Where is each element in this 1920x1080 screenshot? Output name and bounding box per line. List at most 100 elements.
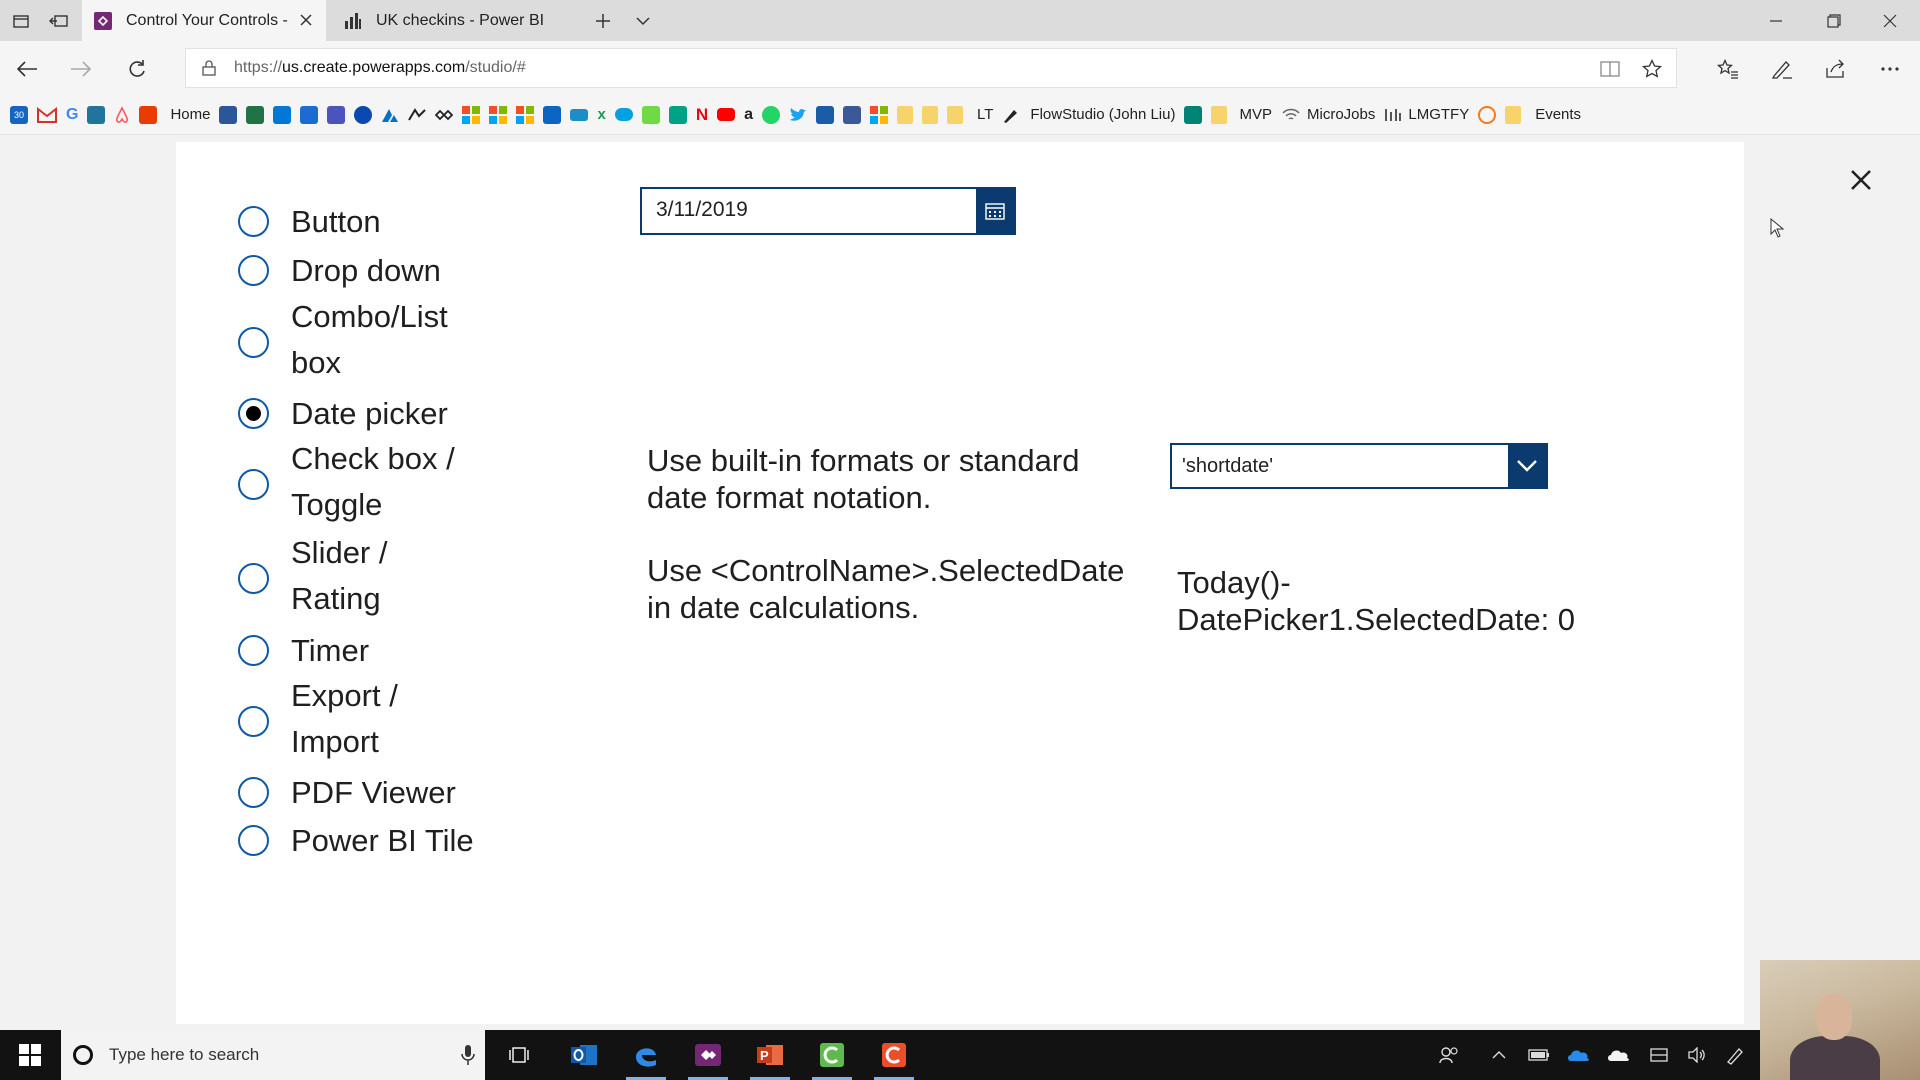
excel-favorite-icon[interactable] (246, 105, 265, 124)
microjobs-favorite[interactable]: MicroJobs (1281, 106, 1375, 123)
refresh-icon[interactable] (122, 54, 152, 84)
youtube-favorite-icon[interactable] (717, 108, 736, 121)
microsoft-favorite-icon-2[interactable] (489, 105, 508, 124)
forward-arrow-icon[interactable] (66, 54, 96, 84)
calendar-icon[interactable] (976, 189, 1014, 233)
new-tab-icon[interactable] (582, 0, 623, 41)
option-check-box-toggle[interactable]: Check box / Toggle (238, 441, 455, 522)
onedrive-favorite-icon[interactable] (354, 105, 373, 124)
airbnb-favorite-icon[interactable] (114, 105, 130, 124)
favorite-star-icon[interactable] (1641, 58, 1663, 84)
video-favorite-icon[interactable] (570, 108, 589, 121)
onedrive-white-icon[interactable] (1602, 1030, 1636, 1080)
folder-mvp[interactable]: MVP (1211, 105, 1272, 124)
radio-button-icon[interactable] (238, 777, 269, 808)
radio-button-icon[interactable] (238, 706, 269, 737)
close-screen-icon[interactable] (1846, 165, 1876, 195)
word-favorite-icon[interactable] (219, 105, 238, 124)
upwork-favorite-icon[interactable] (641, 105, 660, 124)
calendar-favorite-icon[interactable]: 30 (10, 105, 28, 124)
show-hidden-icons-chevron-icon[interactable] (1482, 1030, 1516, 1080)
url-field[interactable]: https://us.create.powerapps.com/studio/# (185, 48, 1677, 88)
chevron-down-icon[interactable] (1508, 445, 1546, 487)
option-drop-down[interactable]: Drop down (238, 253, 441, 288)
battery-icon[interactable] (1522, 1030, 1556, 1080)
back-arrow-icon[interactable] (12, 54, 42, 84)
edge-browser-icon[interactable] (618, 1030, 674, 1080)
task-view-icon[interactable] (491, 1030, 547, 1080)
pen-notes-icon[interactable] (1767, 54, 1797, 84)
radio-button-icon[interactable] (238, 825, 269, 856)
date-format-dropdown[interactable]: 'shortdate' (1170, 443, 1548, 489)
tab-manager-icon[interactable] (0, 0, 41, 41)
azure-favorite-icon[interactable] (381, 107, 399, 123)
share-icon[interactable] (1821, 54, 1851, 84)
folder-icon-1[interactable] (897, 105, 913, 124)
microsoft-favorite-icon-1[interactable] (462, 105, 481, 124)
restore-icon[interactable] (1806, 0, 1862, 41)
xing-favorite-icon[interactable]: x (597, 106, 605, 123)
radio-button-icon[interactable] (238, 563, 269, 594)
radio-button-selected-icon[interactable] (238, 398, 269, 429)
bing-favorite-icon[interactable] (1184, 105, 1203, 124)
radio-button-icon[interactable] (238, 327, 269, 358)
taskbar-search-box[interactable]: Type here to search (61, 1030, 485, 1080)
date-picker[interactable]: 3/11/2019 (640, 187, 1016, 235)
camtasia-recorder-icon[interactable] (804, 1030, 860, 1080)
microsoft-favorite-icon-3[interactable] (516, 105, 535, 124)
twitter-favorite-icon-1[interactable] (789, 107, 807, 123)
minimize-icon[interactable] (1748, 0, 1804, 41)
set-aside-tabs-icon[interactable] (38, 0, 79, 41)
microsoft-favorite-icon-4[interactable] (870, 105, 888, 124)
microphone-icon[interactable] (461, 1044, 475, 1066)
radio-button-icon[interactable] (238, 255, 269, 286)
folder-icon-2[interactable] (922, 105, 938, 124)
teams-favorite-icon[interactable] (327, 105, 346, 124)
option-slider-rating[interactable]: Slider / Rating (238, 535, 387, 616)
home-favorite[interactable]: Home (166, 106, 210, 123)
favorites-hub-icon[interactable] (1713, 54, 1743, 84)
powerpoint-icon[interactable]: P (742, 1030, 798, 1080)
onedrive-blue-icon[interactable] (1562, 1030, 1596, 1080)
google-favorite-icon[interactable]: G (66, 106, 78, 124)
gmail-favorite-icon[interactable] (37, 106, 57, 123)
network-icon[interactable] (1642, 1030, 1676, 1080)
sharepoint-favorite-icon[interactable] (273, 105, 292, 124)
salesforce-favorite-icon[interactable] (614, 108, 633, 121)
tab-uk-checkins[interactable]: UK checkins - Power BI (328, 0, 582, 41)
powerautomate-favorite-icon[interactable] (435, 108, 454, 122)
wordpress-favorite-icon[interactable] (87, 105, 106, 124)
netflix-favorite-icon[interactable]: N (696, 105, 708, 125)
option-power-bi-tile[interactable]: Power BI Tile (238, 823, 474, 858)
windows-start-icon[interactable] (0, 1030, 60, 1080)
option-pdf-viewer[interactable]: PDF Viewer (238, 775, 456, 810)
pen-workspace-icon[interactable] (1718, 1030, 1752, 1080)
linkedin-favorite-icon[interactable] (543, 105, 562, 124)
radio-button-icon[interactable] (238, 635, 269, 666)
twitter-favorite-icon-2[interactable] (816, 105, 834, 124)
sharepoint-admin-favorite-icon[interactable] (300, 105, 319, 124)
option-timer[interactable]: Timer (238, 633, 369, 668)
option-date-picker[interactable]: Date picker (238, 396, 448, 431)
powerapps-taskbar-icon[interactable] (680, 1030, 736, 1080)
option-combo-list-box[interactable]: Combo/List box (238, 299, 448, 380)
reading-view-icon[interactable] (1600, 60, 1620, 83)
folder-events[interactable]: Events (1505, 105, 1581, 124)
option-export-import[interactable]: Export / Import (238, 678, 398, 759)
camtasia-icon[interactable] (866, 1030, 922, 1080)
folder-lt[interactable]: LT (947, 105, 993, 124)
whatsapp-favorite-icon[interactable] (762, 105, 780, 124)
close-window-icon[interactable] (1862, 0, 1918, 41)
amazon-favorite-icon[interactable]: a (744, 106, 753, 124)
facebook-favorite-icon[interactable] (843, 105, 861, 124)
volume-icon[interactable] (1680, 1030, 1714, 1080)
close-tab-icon[interactable] (298, 12, 314, 28)
radio-button-icon[interactable] (238, 469, 269, 500)
office-favorite-icon[interactable] (139, 105, 158, 124)
skillshare-favorite-icon[interactable] (668, 105, 687, 124)
flow-favorite-icon[interactable] (408, 107, 427, 122)
tab-control-your-controls[interactable]: Control Your Controls - (82, 0, 326, 41)
radio-button-icon[interactable] (238, 206, 269, 237)
lmgtfy-favorite[interactable]: LMGTFY (1384, 106, 1469, 123)
outlook-icon[interactable] (556, 1030, 612, 1080)
